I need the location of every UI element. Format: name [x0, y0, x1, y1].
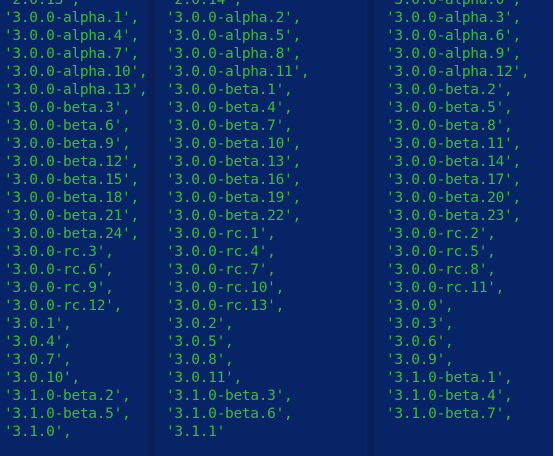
column-divider — [147, 0, 155, 456]
version-entry: '3.0.0-beta.16', — [166, 172, 301, 188]
version-entry: '3.0.0-beta.12', — [4, 154, 139, 170]
version-entry: '3.0.0-rc.3', — [4, 244, 114, 260]
version-entry: '3.0.0-beta.17', — [386, 172, 521, 188]
version-entry: '3.0.0-alpha.2', — [166, 10, 301, 26]
version-entry: '3.0.0-beta.1', — [166, 82, 293, 98]
version-entry: '3.0.0-rc.8', — [386, 262, 496, 278]
version-entry: '3.0.0-beta.13', — [166, 154, 301, 170]
version-entry: '3.0.0-beta.5', — [386, 100, 513, 116]
version-entry: '3.0.6', — [386, 334, 454, 350]
version-entry: '3.0.0-alpha.10', — [4, 64, 148, 80]
version-entry: '3.0.0-alpha.1', — [4, 10, 139, 26]
output-column-1: '2.0.13', '3.0.0-alpha.1', '3.0.0-alpha.4'… — [4, 0, 148, 441]
version-entry: '3.0.0-beta.2', — [386, 82, 513, 98]
version-entry: '3.0.0-beta.19', — [166, 190, 301, 206]
version-entry: '3.0.0-rc.10', — [166, 280, 285, 296]
version-entry: '3.0.0-beta.7', — [166, 118, 293, 134]
output-column-3: '3.0.0-alpha.0', '3.0.0-alpha.3', '3.0.0-a… — [386, 0, 530, 423]
version-entry: '3.0.0-rc.9', — [4, 280, 114, 296]
version-entry: '3.0.0-alpha.11', — [166, 64, 310, 80]
version-entry: '3.0.0-rc.5', — [386, 244, 496, 260]
column-divider — [367, 0, 375, 456]
version-entry: '3.0.7', — [4, 352, 72, 368]
version-entry: '3.1.0-beta.1', — [386, 370, 513, 386]
version-entry: '3.0.0-beta.20', — [386, 190, 521, 206]
version-entry: '3.0.0-alpha.4', — [4, 28, 139, 44]
version-entry: '3.1.0-beta.7', — [386, 406, 513, 422]
version-entry: '3.0.0-beta.10', — [166, 136, 301, 152]
version-entry: '3.0.5', — [166, 334, 234, 350]
version-entry: '3.0.0-alpha.0', — [386, 0, 521, 8]
version-entry: '3.1.1' — [166, 424, 226, 440]
version-entry: '3.0.0-alpha.13', — [4, 82, 148, 98]
version-entry: '3.0.0-beta.4', — [166, 100, 293, 116]
version-entry: '3.0.0', — [386, 298, 454, 314]
version-entry: '3.0.0-alpha.5', — [166, 28, 301, 44]
version-entry: '3.0.0-rc.4', — [166, 244, 276, 260]
version-entry: '3.0.8', — [166, 352, 234, 368]
version-entry: '3.0.0-rc.1', — [166, 226, 276, 242]
version-entry: '3.0.0-beta.21', — [4, 208, 139, 224]
version-entry: '3.1.0-beta.3', — [166, 388, 293, 404]
version-entry: '2.0.13', — [4, 0, 80, 8]
version-entry: '3.0.3', — [386, 316, 454, 332]
version-entry: '3.0.0-beta.3', — [4, 100, 131, 116]
version-entry: '3.0.0-beta.23', — [386, 208, 521, 224]
version-entry: '3.0.0-beta.24', — [4, 226, 139, 242]
version-entry: '3.0.0-beta.6', — [4, 118, 131, 134]
version-entry: '3.0.0-rc.11', — [386, 280, 505, 296]
version-entry: '3.1.0-beta.5', — [4, 406, 131, 422]
version-entry: '3.0.9', — [386, 352, 454, 368]
version-entry: '3.0.0-beta.22', — [166, 208, 301, 224]
version-entry: '3.0.0-alpha.12', — [386, 64, 530, 80]
version-entry: '3.0.10', — [4, 370, 80, 386]
version-entry: '3.1.0-beta.4', — [386, 388, 513, 404]
version-entry: '3.0.4', — [4, 334, 72, 350]
version-entry: '3.0.0-beta.18', — [4, 190, 139, 206]
version-entry: '3.1.0-beta.6', — [166, 406, 293, 422]
version-entry: '3.0.0-rc.6', — [4, 262, 114, 278]
version-entry: '3.0.0-alpha.7', — [4, 46, 139, 62]
version-entry: '3.0.1', — [4, 316, 72, 332]
version-entry: '3.0.0-beta.9', — [4, 136, 131, 152]
terminal-window[interactable]: '2.0.13', '3.0.0-alpha.1', '3.0.0-alpha.4'… — [0, 0, 555, 456]
version-entry: '3.0.0-rc.12', — [4, 298, 123, 314]
version-entry: '3.0.0-alpha.8', — [166, 46, 301, 62]
version-entry: '3.0.0-beta.14', — [386, 154, 521, 170]
version-entry: '3.0.0-rc.2', — [386, 226, 496, 242]
version-entry: '3.0.0-beta.8', — [386, 118, 513, 134]
version-entry: '3.0.0-alpha.3', — [386, 10, 521, 26]
version-entry: '3.0.11', — [166, 370, 242, 386]
version-entry: '3.0.0-alpha.6', — [386, 28, 521, 44]
version-entry: '2.0.14', — [166, 0, 242, 8]
version-entry: '3.0.0-alpha.9', — [386, 46, 521, 62]
output-column-2: '2.0.14', '3.0.0-alpha.2', '3.0.0-alpha.5'… — [166, 0, 310, 441]
version-entry: '3.1.0', — [4, 424, 72, 440]
version-entry: '3.0.0-rc.7', — [166, 262, 276, 278]
version-entry: '3.0.0-beta.15', — [4, 172, 139, 188]
version-entry: '3.0.0-rc.13', — [166, 298, 285, 314]
version-entry: '3.1.0-beta.2', — [4, 388, 131, 404]
version-entry: '3.0.0-beta.11', — [386, 136, 521, 152]
version-entry: '3.0.2', — [166, 316, 234, 332]
